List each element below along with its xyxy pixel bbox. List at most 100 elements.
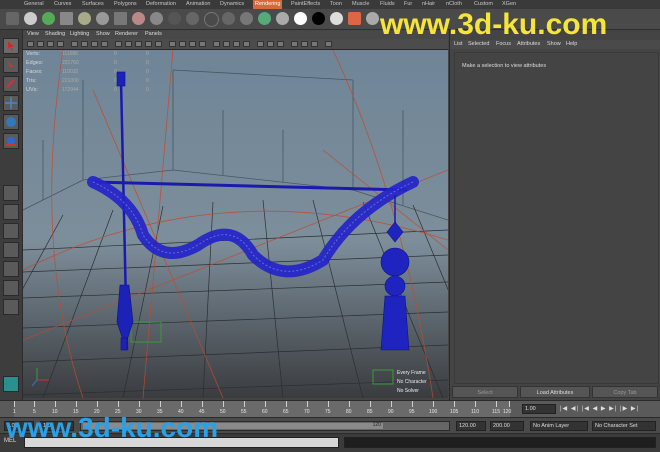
play-backward-icon[interactable]: ◀ xyxy=(593,406,599,412)
select-camera-icon[interactable] xyxy=(27,41,34,47)
shelf-tab-dynamics[interactable]: Dynamics xyxy=(218,0,246,9)
surface-shader-icon[interactable] xyxy=(204,12,219,27)
shadows-icon[interactable] xyxy=(169,41,176,47)
panel-menu-shading[interactable]: Shading xyxy=(45,30,65,39)
final-gather-icon[interactable] xyxy=(366,12,379,25)
layout-side-icon[interactable] xyxy=(3,223,19,239)
perspective-viewport[interactable] xyxy=(23,50,448,398)
layered-shader-icon[interactable] xyxy=(222,12,235,25)
go-to-end-icon[interactable]: ▶| xyxy=(631,406,639,412)
layout-four-icon[interactable] xyxy=(3,204,19,220)
grid-icon[interactable] xyxy=(71,41,78,47)
wireframe-icon[interactable] xyxy=(115,41,122,47)
light-icon[interactable] xyxy=(42,12,55,25)
paint-select-tool-icon[interactable] xyxy=(3,76,19,92)
character-set-dropdown[interactable]: No Character Set xyxy=(592,421,656,431)
scale-tool-icon[interactable] xyxy=(3,133,19,149)
shelf-tab-toon[interactable]: Toon xyxy=(328,0,344,9)
image-plane-icon[interactable] xyxy=(57,41,64,47)
shelf-tab-general[interactable]: General xyxy=(22,0,46,9)
ramp-shader-icon[interactable] xyxy=(258,12,271,25)
playback-controls[interactable]: |◀ ◀| |◀ ◀ ▶ ▶| |▶ ▶| xyxy=(560,405,639,412)
step-back-key-icon[interactable]: ◀| xyxy=(571,406,579,412)
safe-action-icon[interactable] xyxy=(267,41,274,47)
step-back-frame-icon[interactable]: |◀ xyxy=(582,406,590,412)
layout-single-icon[interactable] xyxy=(3,185,19,201)
safe-title-icon[interactable] xyxy=(277,41,284,47)
shelf-menu-icon[interactable] xyxy=(6,12,19,25)
gamma-icon[interactable] xyxy=(291,41,298,47)
layout-stack-icon[interactable] xyxy=(3,242,19,258)
lambert-icon[interactable] xyxy=(132,12,145,25)
hud-toggle-icon[interactable] xyxy=(257,41,264,47)
shelf-tab-animation[interactable]: Animation xyxy=(184,0,212,9)
rotate-tool-icon[interactable] xyxy=(3,114,19,130)
shelf-tab-surfaces[interactable]: Surfaces xyxy=(80,0,106,9)
layout-hypershade-icon[interactable] xyxy=(3,299,19,315)
shelf-tab-muscle[interactable]: Muscle xyxy=(350,0,371,9)
panel-menu-lighting[interactable]: Lighting xyxy=(70,30,89,39)
view-transform-icon[interactable] xyxy=(325,41,332,47)
mr-icon[interactable] xyxy=(348,12,361,25)
bookmark-icon[interactable] xyxy=(47,41,54,47)
panel-menu-panels[interactable]: Panels xyxy=(145,30,162,39)
shelf-tab-rendering[interactable]: Rendering xyxy=(253,0,283,9)
xray-icon[interactable] xyxy=(189,41,196,47)
anim-layer-dropdown[interactable]: No Anim Layer xyxy=(530,421,588,431)
render-view-icon[interactable] xyxy=(60,12,73,25)
blinn-icon[interactable] xyxy=(150,12,163,25)
smooth-shade-icon[interactable] xyxy=(125,41,132,47)
move-tool-icon[interactable] xyxy=(3,95,19,111)
shelf-tab-polygons[interactable]: Polygons xyxy=(112,0,139,9)
step-forward-key-icon[interactable]: |▶ xyxy=(620,406,628,412)
isolate-select-icon[interactable] xyxy=(179,41,186,47)
hypershade-icon[interactable] xyxy=(114,12,127,25)
go-to-start-icon[interactable]: |◀ xyxy=(560,406,568,412)
outliner-icon[interactable] xyxy=(3,376,19,392)
color-management-icon[interactable] xyxy=(311,41,318,47)
copy-tab-button[interactable]: Copy Tab xyxy=(592,386,658,398)
shader-ball-icon[interactable] xyxy=(186,12,199,25)
select-tool-icon[interactable] xyxy=(3,38,19,54)
panel-menu-view[interactable]: View xyxy=(27,30,39,39)
use-all-lights-icon[interactable] xyxy=(155,41,162,47)
render-settings-icon[interactable] xyxy=(96,12,109,25)
use-background-icon[interactable] xyxy=(240,12,253,25)
play-forward-icon[interactable]: ▶ xyxy=(601,406,607,412)
layout-persp-outliner-icon[interactable] xyxy=(3,261,19,277)
panel-menu-renderer[interactable]: Renderer xyxy=(115,30,138,39)
hud-tris-triangles: 0 xyxy=(146,78,149,84)
textured-icon[interactable] xyxy=(145,41,152,47)
checker-texture-icon[interactable] xyxy=(276,12,289,25)
playback-end-field[interactable]: 120.00 xyxy=(456,421,486,431)
shelf-tab-curves[interactable]: Curves xyxy=(52,0,73,9)
shelf-tab-painteffects[interactable]: PaintEffects xyxy=(289,0,322,9)
camera-attributes-icon[interactable] xyxy=(37,41,44,47)
wireframe-on-shaded-icon[interactable] xyxy=(135,41,142,47)
select-button[interactable]: Select xyxy=(452,386,518,398)
motion-blur-icon[interactable] xyxy=(223,41,230,47)
render-sphere-icon[interactable] xyxy=(24,12,37,25)
step-forward-frame-icon[interactable]: ▶| xyxy=(609,406,617,412)
panel-menu-show[interactable]: Show xyxy=(96,30,110,39)
current-frame-field[interactable]: 1.00 xyxy=(522,404,556,414)
shelf-tab-deformation[interactable]: Deformation xyxy=(144,0,178,9)
ambient-occlusion-icon[interactable] xyxy=(213,41,220,47)
exposure-icon[interactable] xyxy=(301,41,308,47)
film-gate-icon[interactable] xyxy=(81,41,88,47)
ipr-icon[interactable] xyxy=(78,12,91,25)
load-attributes-button[interactable]: Load Attributes xyxy=(520,386,590,398)
white-shader-icon[interactable] xyxy=(294,12,307,25)
anti-aliasing-icon[interactable] xyxy=(233,41,240,47)
lasso-tool-icon[interactable] xyxy=(3,57,19,73)
gate-mask-icon[interactable] xyxy=(101,41,108,47)
phong-icon[interactable] xyxy=(168,12,181,25)
depth-of-field-icon[interactable] xyxy=(243,41,250,47)
mia-material-icon[interactable] xyxy=(330,12,343,25)
end-time-field[interactable]: 200.00 xyxy=(490,421,524,431)
layout-persp-graph-icon[interactable] xyxy=(3,280,19,296)
time-tick xyxy=(412,401,413,407)
xray-joints-icon[interactable] xyxy=(199,41,206,47)
black-shader-icon[interactable] xyxy=(312,12,325,25)
resolution-gate-icon[interactable] xyxy=(91,41,98,47)
